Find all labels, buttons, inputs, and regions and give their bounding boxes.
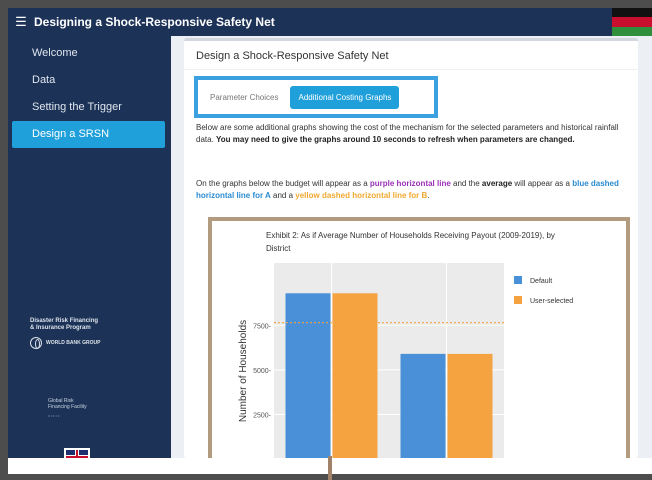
drfi-logo: Disaster Risk Financing & Insurance Prog… bbox=[30, 318, 150, 349]
explain-text-e: . bbox=[427, 191, 430, 200]
world-bank-label: WORLD BANK GROUP bbox=[46, 340, 101, 346]
bar-user-selected-2 bbox=[447, 353, 493, 458]
grff-logo-line2: Financing Facility bbox=[48, 404, 87, 410]
bar-default-1 bbox=[285, 293, 331, 458]
explain-text-c: will appear as a bbox=[512, 179, 573, 188]
world-bank-logo: WORLD BANK GROUP bbox=[30, 337, 150, 349]
legend-swatch-default bbox=[514, 276, 522, 284]
uk-flag-icon bbox=[66, 450, 88, 458]
flag-icon bbox=[612, 8, 652, 36]
y-tick-label: 2500- bbox=[253, 412, 272, 419]
grff-logo: Global Risk Financing Facility • • • • • bbox=[48, 398, 128, 419]
intro-paragraph: Below are some additional graphs showing… bbox=[196, 122, 628, 146]
annotation-pointer bbox=[328, 456, 332, 480]
tab-bar: Parameter Choices Additional Costing Gra… bbox=[194, 76, 438, 118]
intro-bold-text: You may need to give the graphs around 1… bbox=[216, 135, 575, 144]
legend-swatch-user-selected bbox=[514, 296, 522, 304]
sidebar-item-design-srsn[interactable]: Design a SRSN bbox=[12, 121, 165, 148]
globe-icon bbox=[30, 337, 42, 349]
sidebar-item-data[interactable]: Data bbox=[8, 67, 171, 94]
y-tick-label: 7500- bbox=[253, 323, 272, 330]
sidebar: Welcome Data Setting the Trigger Design … bbox=[8, 36, 171, 458]
app-title: Designing a Shock-Responsive Safety Net bbox=[34, 15, 275, 29]
yellow-line-text: yellow dashed horizontal line for B bbox=[295, 191, 428, 200]
purple-line-text: purple horizontal line bbox=[369, 179, 451, 188]
bar-user-selected-1 bbox=[332, 293, 378, 458]
ukaid-logo: ukaid bbox=[64, 448, 90, 458]
bar-default-2 bbox=[400, 353, 446, 458]
bar-chart: 2500- 5000- 7500- Number of Households Defau… bbox=[238, 263, 573, 458]
drfi-logo-line2: & Insurance Program bbox=[30, 325, 91, 331]
explain-text-d: and a bbox=[270, 191, 296, 200]
average-bold-text: average bbox=[481, 179, 513, 188]
legend-explanation-paragraph: On the graphs below the budget will appe… bbox=[196, 178, 628, 202]
legend-label-default: Default bbox=[530, 278, 552, 285]
y-tick-label: 5000- bbox=[253, 368, 272, 375]
chart-container: Exhibit 2: As if Average Number of House… bbox=[208, 217, 630, 458]
app-window: ☰ Designing a Shock-Responsive Safety Ne… bbox=[8, 8, 652, 458]
box-divider bbox=[184, 69, 638, 70]
sidebar-item-welcome[interactable]: Welcome bbox=[8, 40, 171, 67]
tab-parameter-choices[interactable]: Parameter Choices bbox=[204, 87, 284, 108]
sidebar-item-setting-the-trigger[interactable]: Setting the Trigger bbox=[8, 94, 171, 121]
tab-additional-costing-graphs[interactable]: Additional Costing Graphs bbox=[290, 85, 400, 109]
explain-text-a: On the graphs below the budget will appe… bbox=[196, 179, 370, 188]
hamburger-icon[interactable]: ☰ bbox=[8, 14, 34, 30]
box-title: Design a Shock-Responsive Safety Net bbox=[196, 50, 389, 62]
top-navbar: ☰ Designing a Shock-Responsive Safety Ne… bbox=[8, 8, 652, 36]
drfi-logo-line1: Disaster Risk Financing bbox=[30, 318, 99, 324]
y-axis-label: Number of Households bbox=[238, 320, 249, 422]
grff-partner-marks: • • • • • bbox=[48, 413, 60, 418]
explain-text-b: and the bbox=[450, 179, 482, 188]
legend-label-user-selected: User-selected bbox=[530, 298, 573, 305]
